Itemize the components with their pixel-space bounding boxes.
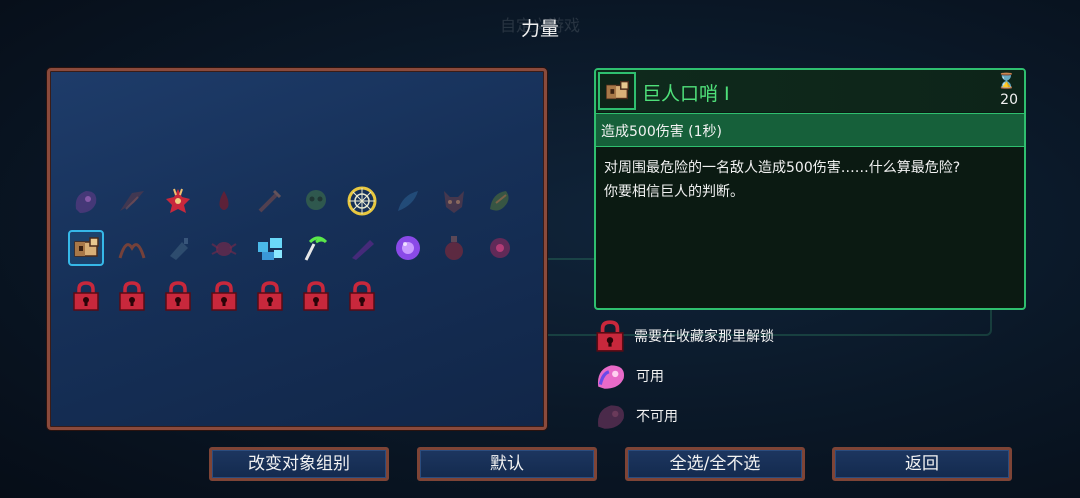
legend-unavailable-label: 不可用 (636, 409, 678, 425)
dark-wings-icon[interactable] (114, 183, 150, 219)
blue-crystal-cluster-icon[interactable] (252, 230, 288, 266)
pink-blob-disabled-icon (597, 405, 625, 429)
lock-icon[interactable] (252, 278, 288, 314)
locked-items-row (68, 278, 380, 314)
purple-orb-icon[interactable] (390, 230, 426, 266)
lock-icon[interactable] (114, 278, 150, 314)
red-spider-icon[interactable] (206, 230, 242, 266)
golden-web-medallion-icon[interactable] (344, 183, 380, 219)
lock-icon[interactable] (68, 278, 104, 314)
red-tentacle-creature-icon[interactable] (160, 183, 196, 219)
giant-whistle-icon[interactable] (68, 230, 104, 266)
syringe-icon[interactable] (252, 183, 288, 219)
detail-header: 巨人口哨 I ⌛ 20 (596, 70, 1024, 112)
item-description: 对周围最危险的一名敌人造成500伤害……什么算最危险? 你要相信巨人的判断。 (604, 156, 1022, 204)
lock-icon (596, 320, 624, 352)
purple-dagger-icon[interactable] (344, 230, 380, 266)
lock-icon[interactable] (206, 278, 242, 314)
blood-drop-icon[interactable] (206, 183, 242, 219)
red-potion-icon[interactable] (436, 230, 472, 266)
demon-mask-icon[interactable] (436, 183, 472, 219)
lock-icon[interactable] (298, 278, 334, 314)
green-skull-icon[interactable] (298, 183, 334, 219)
lock-icon[interactable] (344, 278, 380, 314)
blue-feather-icon[interactable] (390, 183, 426, 219)
green-scythe-icon[interactable] (298, 230, 334, 266)
item-grid-panel (47, 68, 547, 430)
pink-blob-disabled-icon[interactable] (68, 183, 104, 219)
legend-available: 可用 (594, 356, 774, 396)
default-button[interactable]: 默认 (417, 447, 597, 481)
page-title: 力量 (520, 18, 559, 40)
cooldown-value: 20 (1000, 92, 1018, 108)
legend-available-label: 可用 (636, 369, 664, 385)
change-group-button[interactable]: 改变对象组别 (209, 447, 389, 481)
legend-locked: 需要在收藏家那里解锁 (594, 316, 774, 356)
item-description-line-1: 对周围最危险的一名敌人造成500伤害……什么算最危险? (604, 160, 961, 176)
item-name: 巨人口哨 I (642, 83, 730, 105)
item-row-1 (68, 183, 518, 219)
item-description-line-2: 你要相信巨人的判断。 (604, 184, 744, 200)
legend-locked-label: 需要在收藏家那里解锁 (634, 329, 774, 345)
pink-eye-icon[interactable] (482, 230, 518, 266)
green-lizard-icon[interactable] (482, 183, 518, 219)
ice-bottle-icon[interactable] (160, 230, 196, 266)
giant-whistle-icon (598, 72, 636, 110)
back-button[interactable]: 返回 (832, 447, 1012, 481)
legend-unavailable: 不可用 (594, 396, 774, 436)
item-row-2 (68, 230, 518, 266)
select-all-button[interactable]: 全选/全不选 (625, 447, 805, 481)
item-detail-panel: 巨人口哨 I ⌛ 20 造成500伤害 (1秒) 对周围最危险的一名敌人造成50… (594, 68, 1026, 310)
fire-wave-icon[interactable] (114, 230, 150, 266)
legend: 需要在收藏家那里解锁 可用 不可用 (594, 316, 774, 436)
item-effect: 造成500伤害 (1秒) (596, 113, 1024, 147)
pink-blob-icon (597, 365, 625, 389)
hourglass-icon: ⌛ (997, 72, 1016, 90)
lock-icon[interactable] (160, 278, 196, 314)
